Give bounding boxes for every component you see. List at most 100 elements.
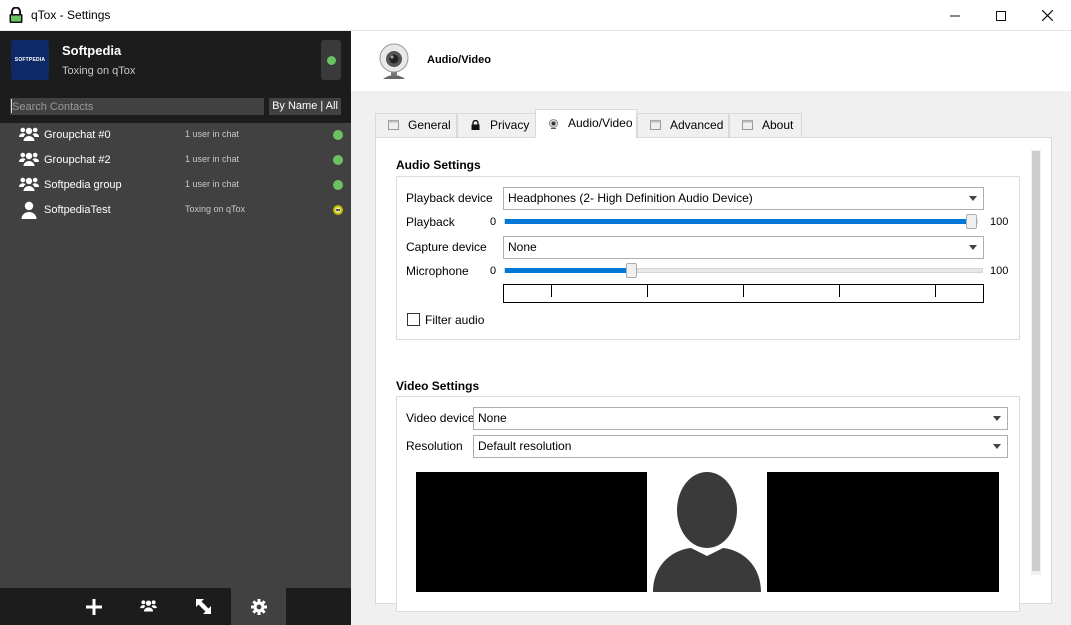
close-button[interactable] bbox=[1024, 0, 1070, 31]
qtox-lock-icon bbox=[9, 7, 23, 23]
tab-label: About bbox=[762, 118, 794, 132]
audio-video-settings-pane: Audio Settings Playback device Headphone… bbox=[375, 137, 1052, 612]
file-transfers-button[interactable] bbox=[176, 588, 231, 625]
playback-max-label: 100 bbox=[990, 216, 1009, 228]
about-icon bbox=[742, 120, 753, 130]
group-icon bbox=[19, 177, 39, 191]
tab-label: Advanced bbox=[670, 118, 724, 132]
capture-device-select[interactable]: None bbox=[503, 236, 984, 259]
chevron-down-icon bbox=[969, 245, 977, 250]
video-device-value: None bbox=[478, 411, 507, 425]
filter-audio-label[interactable]: Filter audio bbox=[425, 313, 484, 327]
contact-status: 1 user in chat bbox=[185, 129, 240, 139]
filter-audio-checkbox[interactable] bbox=[407, 313, 420, 326]
resolution-select[interactable]: Default resolution bbox=[473, 435, 1008, 458]
default-avatar-placeholder bbox=[647, 472, 767, 592]
contact-item[interactable]: SoftpediaTest Toxing on qTox bbox=[0, 198, 351, 223]
meter-tick bbox=[647, 285, 648, 297]
contact-list: Groupchat #0 1 user in chat Groupchat #2… bbox=[0, 123, 351, 223]
text-cursor bbox=[11, 99, 12, 113]
video-settings-group: Video device None Resolution Default res… bbox=[396, 396, 1020, 612]
chevron-down-icon bbox=[969, 196, 977, 201]
contact-status: Toxing on qTox bbox=[185, 204, 246, 214]
user-icon bbox=[21, 201, 37, 219]
away-status-dot bbox=[333, 205, 343, 215]
meter-tick bbox=[743, 285, 744, 297]
settings-gear-icon bbox=[250, 598, 267, 615]
avatar-text: SOFTPEDIA bbox=[14, 57, 46, 63]
contact-status: 1 user in chat bbox=[185, 179, 240, 189]
contact-name: Softpedia group bbox=[44, 179, 122, 191]
video-device-select[interactable]: None bbox=[473, 407, 1008, 430]
maximize-button[interactable] bbox=[978, 0, 1024, 31]
contact-item[interactable]: Groupchat #0 1 user in chat bbox=[0, 123, 351, 148]
lock-icon bbox=[471, 120, 480, 130]
minimize-icon bbox=[950, 15, 960, 16]
sidebar-toolbar bbox=[0, 588, 351, 625]
playback-label: Playback bbox=[406, 215, 455, 229]
meter-tick bbox=[839, 285, 840, 297]
capture-device-label: Capture device bbox=[406, 240, 487, 254]
profile-name[interactable]: Softpedia bbox=[62, 43, 121, 58]
audio-settings-group: Playback device Headphones (2- High Defi… bbox=[396, 176, 1020, 340]
window-title: qTox - Settings bbox=[31, 8, 111, 22]
slider-handle[interactable] bbox=[966, 214, 977, 229]
microphone-volume-slider[interactable] bbox=[504, 263, 983, 278]
meter-tick bbox=[551, 285, 552, 297]
title-bar: qTox - Settings bbox=[0, 0, 1071, 31]
webcam-icon bbox=[549, 119, 558, 129]
playback-device-select[interactable]: Headphones (2- High Definition Audio Dev… bbox=[503, 187, 984, 210]
settings-header: Audio/Video bbox=[351, 31, 1071, 91]
create-group-button[interactable] bbox=[121, 588, 176, 625]
playback-device-label: Playback device bbox=[406, 191, 493, 205]
minimize-button[interactable] bbox=[932, 0, 978, 31]
maximize-icon bbox=[996, 10, 1006, 21]
contacts-sidebar: SOFTPEDIA Softpedia Toxing on qTox By Na… bbox=[0, 31, 351, 625]
video-device-label: Video device bbox=[406, 411, 475, 425]
webcam-icon bbox=[379, 43, 409, 79]
settings-panel: Audio/Video General Privacy Audio/Video … bbox=[351, 31, 1071, 625]
group-icon bbox=[19, 127, 39, 141]
meter-tick bbox=[935, 285, 936, 297]
contact-item[interactable]: Softpedia group 1 user in chat bbox=[0, 173, 351, 198]
profile-status-message[interactable]: Toxing on qTox bbox=[62, 65, 135, 77]
resolution-value: Default resolution bbox=[478, 439, 572, 453]
contact-name: Groupchat #0 bbox=[44, 129, 111, 141]
microphone-level-meter bbox=[503, 284, 984, 303]
chevron-down-icon bbox=[993, 444, 1001, 449]
tab-general[interactable]: General bbox=[375, 113, 457, 137]
status-button[interactable] bbox=[321, 40, 341, 80]
file-transfer-icon bbox=[196, 599, 211, 614]
tab-privacy[interactable]: Privacy bbox=[457, 113, 536, 137]
advanced-icon bbox=[650, 120, 661, 130]
tab-about[interactable]: About bbox=[729, 113, 802, 137]
group-icon bbox=[19, 152, 39, 166]
microphone-label: Microphone bbox=[406, 264, 469, 278]
sort-filter-button[interactable]: By Name | All bbox=[269, 98, 341, 115]
slider-handle[interactable] bbox=[626, 263, 637, 278]
scrollbar-thumb[interactable] bbox=[1032, 151, 1040, 571]
slider-fill bbox=[505, 268, 631, 273]
settings-button[interactable] bbox=[231, 588, 286, 625]
add-friend-button[interactable] bbox=[66, 588, 121, 625]
search-contacts-input[interactable] bbox=[10, 98, 264, 115]
tab-audio-video[interactable]: Audio/Video bbox=[535, 109, 637, 138]
contact-item[interactable]: Groupchat #2 1 user in chat bbox=[0, 148, 351, 173]
resolution-label: Resolution bbox=[406, 439, 463, 453]
vertical-scrollbar[interactable] bbox=[1031, 150, 1041, 575]
microphone-max-label: 100 bbox=[990, 265, 1009, 277]
slider-fill bbox=[505, 219, 971, 224]
playback-volume-slider[interactable] bbox=[504, 214, 978, 229]
playback-min-label: 0 bbox=[490, 216, 497, 228]
avatar[interactable]: SOFTPEDIA bbox=[11, 40, 49, 80]
video-preview bbox=[416, 472, 999, 592]
search-row: By Name | All bbox=[0, 91, 351, 123]
audio-settings-title: Audio Settings bbox=[396, 158, 481, 172]
general-icon bbox=[388, 120, 399, 130]
contact-name: SoftpediaTest bbox=[44, 204, 111, 216]
add-friend-icon bbox=[85, 598, 102, 615]
microphone-min-label: 0 bbox=[490, 265, 497, 277]
online-status-dot bbox=[333, 130, 343, 140]
group-chat-icon bbox=[140, 600, 157, 612]
tab-advanced[interactable]: Advanced bbox=[637, 113, 729, 137]
